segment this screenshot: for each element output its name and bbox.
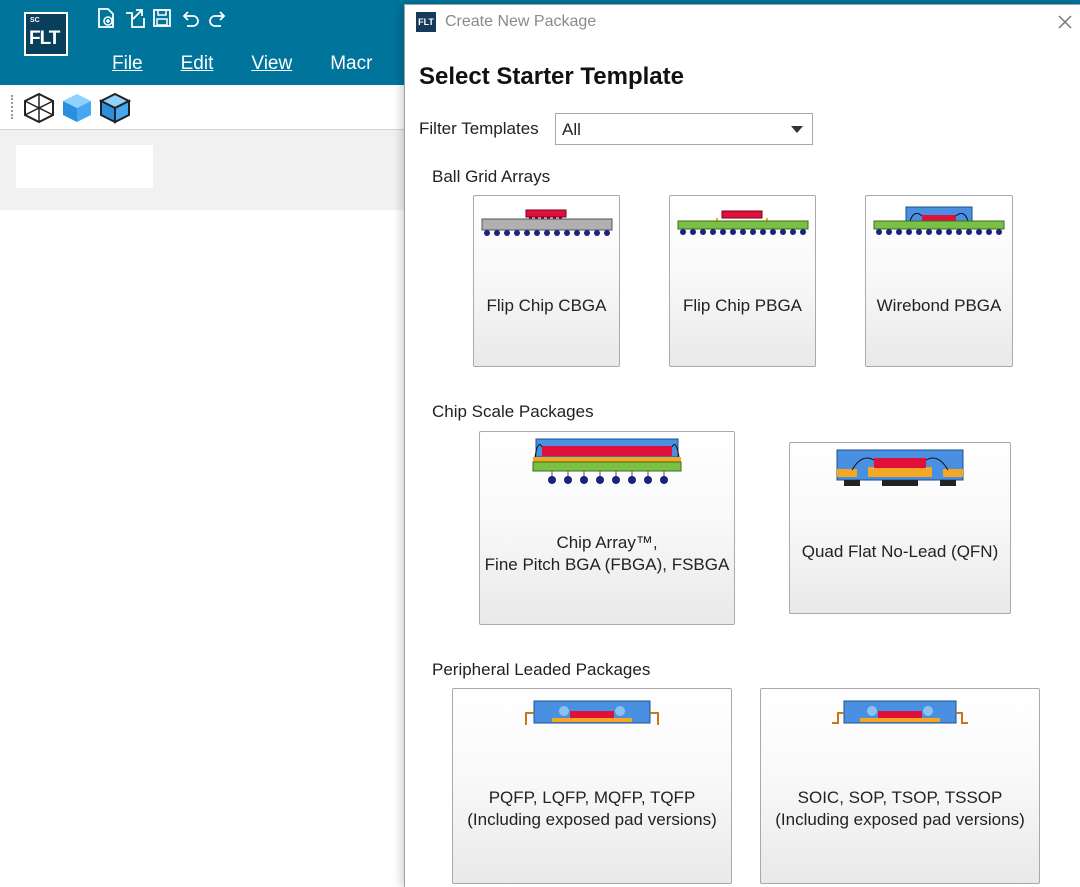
menu-view-label: View [251, 53, 293, 74]
logo-sc-text: SC [30, 17, 40, 24]
menu-file-label: File [112, 53, 143, 74]
save-icon[interactable] [150, 6, 174, 30]
create-new-package-dialog: FLT Create New Package Select Starter Te… [404, 4, 1080, 887]
open-file-icon[interactable] [122, 6, 146, 30]
template-label-line-1: PQFP, LQFP, MQFP, TQFP [488, 788, 696, 807]
template-label-line-2: (Including exposed pad versions) [467, 810, 717, 829]
undo-icon[interactable] [178, 6, 202, 30]
close-icon[interactable] [1055, 12, 1075, 32]
chip-array-icon [480, 437, 734, 487]
dialog-app-icon: FLT [416, 12, 436, 32]
dialog-heading: Select Starter Template [419, 63, 684, 90]
template-label: Quad Flat No-Lead (QFN) [801, 542, 999, 561]
flip-chip-cbga-icon [474, 208, 619, 238]
template-soic[interactable]: SOIC, SOP, TSOP, TSSOP (Including expose… [760, 688, 1040, 884]
wireframe-view-icon[interactable] [22, 91, 56, 125]
section-title-ball-grid-arrays: Ball Grid Arrays [432, 167, 551, 186]
template-flip-chip-cbga[interactable]: Flip Chip CBGA [473, 195, 620, 367]
menu-macro-label: Macr [330, 53, 373, 74]
redo-icon[interactable] [206, 6, 230, 30]
menu-edit-label: Edit [180, 53, 214, 74]
menu-macro[interactable]: Macr [330, 53, 372, 75]
filter-selected-value: All [562, 120, 581, 139]
chevron-down-icon [791, 126, 803, 133]
filter-templates-dropdown[interactable]: All [555, 113, 813, 145]
menu-view[interactable]: View [251, 53, 292, 75]
template-wirebond-pbga[interactable]: Wirebond PBGA [865, 195, 1013, 367]
menu-edit[interactable]: Edit [181, 53, 214, 75]
template-qfn[interactable]: Quad Flat No-Lead (QFN) [789, 442, 1011, 614]
template-label: Flip Chip CBGA [486, 296, 607, 315]
wirebond-pbga-icon [866, 206, 1012, 238]
template-label-line-1: Chip Array™, [556, 533, 658, 552]
flip-chip-pbga-icon [670, 208, 815, 238]
template-label-line-2: (Including exposed pad versions) [775, 810, 1025, 829]
ribbon-placeholder-box [16, 145, 153, 188]
template-label: Wirebond PBGA [876, 296, 1002, 315]
menu-bar: File Edit View Macr [112, 53, 410, 75]
template-chip-array[interactable]: Chip Array™, Fine Pitch BGA (FBGA), FSBG… [479, 431, 735, 625]
solid-view-icon[interactable] [60, 91, 94, 125]
logo-flt-text: FLT [29, 28, 60, 49]
template-label: Flip Chip PBGA [682, 296, 803, 315]
template-pqfp[interactable]: PQFP, LQFP, MQFP, TQFP (Including expose… [452, 688, 732, 884]
app-logo: SC FLT [24, 12, 68, 56]
qfn-icon [790, 447, 1010, 489]
menu-file[interactable]: File [112, 53, 143, 75]
pqfp-icon [453, 699, 731, 729]
soic-icon [761, 699, 1039, 729]
template-label-line-2: Fine Pitch BGA (FBGA), FSBGA [484, 555, 730, 574]
quick-access-toolbar [94, 6, 230, 30]
new-file-icon[interactable] [94, 6, 118, 30]
filter-templates-label: Filter Templates [419, 119, 539, 138]
template-label-line-1: SOIC, SOP, TSOP, TSSOP [797, 788, 1003, 807]
shaded-edges-view-icon[interactable] [98, 91, 132, 125]
toolbar-grip-handle[interactable] [11, 95, 14, 119]
section-title-peripheral-leaded-packages: Peripheral Leaded Packages [432, 660, 651, 679]
template-flip-chip-pbga[interactable]: Flip Chip PBGA [669, 195, 816, 367]
dialog-title: Create New Package [445, 13, 597, 30]
section-title-chip-scale-packages: Chip Scale Packages [432, 402, 594, 421]
